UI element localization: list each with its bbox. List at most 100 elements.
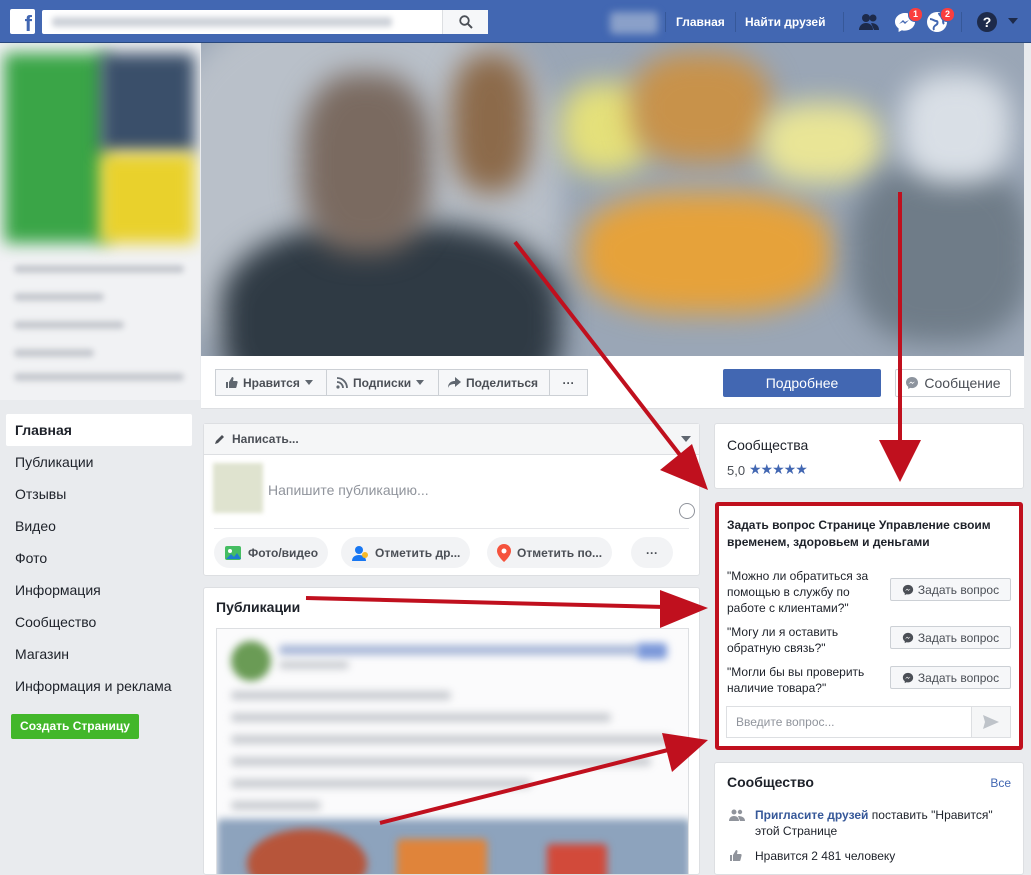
search-box[interactable] (42, 10, 488, 34)
post-card-blurred[interactable] (216, 628, 689, 874)
leftnav-item-video[interactable]: Видео (6, 510, 192, 542)
nav-home-link[interactable]: Главная (676, 15, 725, 29)
check-in-button[interactable]: Отметить по... (487, 537, 613, 568)
post-composer: Написать... Напишите публикацию... Фото/… (203, 423, 700, 576)
ask-question-button-label: Задать вопрос (917, 630, 1000, 645)
notifications-badge: 2 (939, 7, 955, 22)
top-navigation-bar: f Главная Найти друзей 1 2 ? (0, 0, 1031, 43)
publications-section: Публикации (203, 587, 700, 875)
photo-icon (225, 545, 241, 560)
share-arrow-icon (448, 376, 461, 388)
check-in-label: Отметить по... (517, 545, 603, 560)
invite-friends-text: Пригласите друзей поставить "Нравится" э… (755, 807, 1005, 839)
leftnav-item-community[interactable]: Сообщество (6, 606, 192, 638)
avatar (213, 463, 263, 513)
account-menu-chevron-down-icon[interactable] (1006, 14, 1020, 28)
invite-friends-link[interactable]: Пригласите друзей (755, 808, 868, 822)
rating-card: Сообщества 5,0 ★★★★★ (714, 423, 1024, 489)
messenger-icon (906, 377, 919, 389)
nav-divider (735, 12, 736, 32)
chevron-down-icon (304, 379, 313, 385)
people-icon (729, 809, 745, 821)
community-see-all-link[interactable]: Все (990, 776, 1011, 790)
page-left-navigation: Главная Публикации Отзывы Видео Фото Инф… (6, 414, 192, 702)
ask-question-input[interactable] (727, 707, 973, 737)
likes-count: Нравится 2 481 человеку (755, 849, 896, 863)
tag-friends-button[interactable]: Отметить др... (341, 537, 471, 568)
ask-question-button[interactable]: Задать вопрос (890, 666, 1011, 689)
friend-requests-icon[interactable] (857, 10, 881, 34)
page-profile-picture-blurred (0, 43, 200, 400)
thumbs-up-icon (730, 850, 742, 861)
learn-more-button[interactable]: Подробнее (723, 369, 881, 397)
leftnav-item-publications[interactable]: Публикации (6, 446, 192, 478)
divider (214, 528, 689, 529)
ask-question-button-label: Задать вопрос (917, 582, 1000, 597)
ask-question-button-label: Задать вопрос (917, 670, 1000, 685)
composer-write-tab[interactable]: Написать... (204, 424, 699, 455)
nav-find-friends-link[interactable]: Найти друзей (745, 15, 825, 29)
ask-question-input-box (726, 706, 1011, 738)
community-card: Сообщество Все Пригласите друзей постави… (714, 762, 1024, 875)
suggested-question-text: "Могли бы вы проверить наличие товара?" (727, 665, 865, 695)
pencil-icon (215, 435, 224, 444)
rating-score: 5,0 (727, 463, 746, 478)
nav-divider (665, 12, 666, 32)
like-button[interactable]: Нравится (215, 369, 327, 396)
messages-icon[interactable]: 1 (893, 7, 923, 34)
chevron-down-icon (416, 379, 425, 385)
share-button-label: Поделиться (466, 375, 539, 390)
notifications-icon[interactable]: 2 (925, 7, 955, 34)
ask-question-title: Задать вопрос Странице Управление своим … (727, 518, 991, 549)
ask-question-button[interactable]: Задать вопрос (890, 626, 1011, 649)
help-icon[interactable]: ? (975, 10, 999, 34)
messenger-icon (902, 584, 914, 595)
chevron-down-icon[interactable] (681, 436, 691, 442)
follow-button-label: Подписки (353, 375, 412, 390)
profile-link-blurred[interactable] (610, 12, 658, 34)
send-message-label: Сообщение (924, 375, 1001, 391)
composer-write-label: Написать... (232, 432, 299, 446)
svg-text:?: ? (983, 14, 992, 30)
tag-friends-label: Отметить др... (375, 545, 461, 560)
rating-stars-icon: ★★★★★ (749, 461, 808, 477)
search-button[interactable] (442, 10, 488, 34)
create-page-button[interactable]: Создать Страницу (11, 714, 139, 739)
cover-photo-blurred[interactable] (201, 43, 1024, 356)
publications-title: Публикации (216, 599, 301, 615)
location-pin-icon (497, 543, 511, 562)
suggested-question-text: "Могу ли я оставить обратную связь?" (727, 625, 839, 655)
composer-input-placeholder[interactable]: Напишите публикацию... (268, 482, 429, 498)
rss-icon (336, 376, 348, 389)
leftnav-item-about[interactable]: Информация (6, 574, 192, 606)
send-message-button[interactable]: Сообщение (895, 369, 1011, 397)
composer-more-button[interactable]: ··· (631, 537, 673, 568)
leftnav-item-shop[interactable]: Магазин (6, 638, 192, 670)
leftnav-item-info-and-ads[interactable]: Информация и реклама (6, 670, 192, 702)
more-options-icon: ··· (562, 375, 575, 390)
rating-label: Сообщества (727, 437, 809, 453)
send-question-button[interactable] (971, 707, 1010, 737)
search-query-blurred (52, 17, 392, 27)
ask-question-button[interactable]: Задать вопрос (890, 578, 1011, 601)
photo-video-button[interactable]: Фото/видео (214, 537, 329, 568)
photo-video-label: Фото/видео (248, 545, 319, 560)
leftnav-item-home[interactable]: Главная (6, 414, 192, 446)
like-button-label: Нравится (243, 375, 300, 390)
emoji-icon[interactable] (679, 503, 695, 519)
facebook-logo[interactable]: f (10, 9, 35, 34)
tag-friends-icon (352, 545, 368, 561)
nav-divider (961, 12, 962, 32)
send-arrow-icon (983, 715, 999, 729)
community-title: Сообщество (727, 774, 814, 790)
messenger-icon (902, 632, 914, 643)
more-options-icon: ··· (646, 545, 658, 560)
thumbs-up-icon (226, 377, 238, 388)
nav-divider (843, 12, 844, 32)
more-options-button[interactable]: ··· (549, 369, 588, 396)
share-button[interactable]: Поделиться (438, 369, 550, 396)
ask-page-question-card: Задать вопрос Странице Управление своим … (715, 502, 1023, 750)
follow-button[interactable]: Подписки (326, 369, 439, 396)
leftnav-item-reviews[interactable]: Отзывы (6, 478, 192, 510)
leftnav-item-photos[interactable]: Фото (6, 542, 192, 574)
